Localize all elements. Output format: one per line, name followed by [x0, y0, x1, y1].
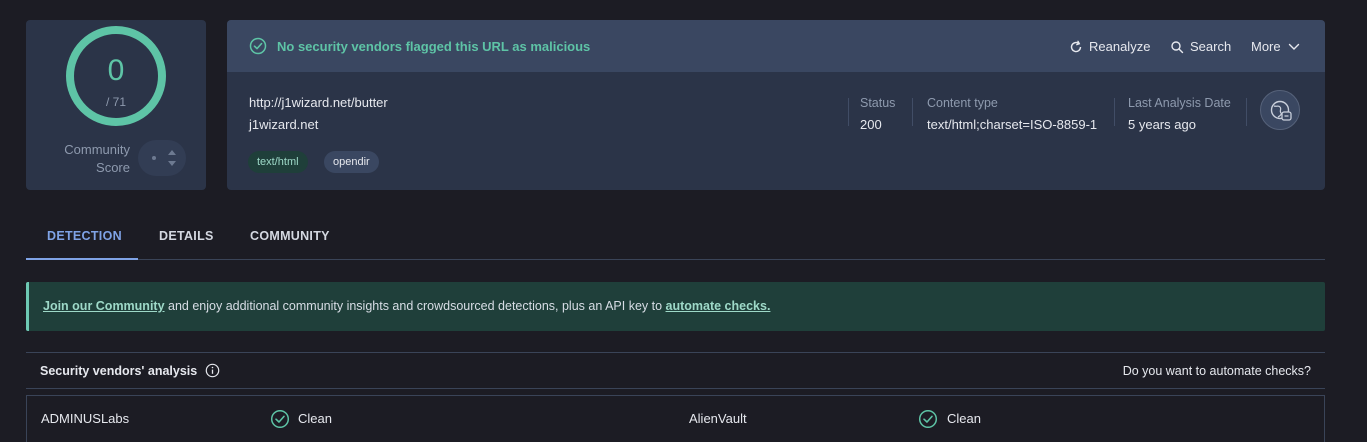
globe-link-icon	[1270, 100, 1292, 121]
tag-opendir[interactable]: opendir	[324, 151, 379, 173]
community-vote-control[interactable]	[138, 140, 186, 176]
detection-count: 0	[107, 54, 125, 87]
content-type-label: Content type	[927, 96, 998, 110]
status-value: 200	[860, 117, 882, 132]
vendor-name: ADMINUSLabs	[41, 411, 130, 426]
divider	[1114, 98, 1115, 126]
status-label: Status	[860, 96, 896, 110]
automate-checks-link[interactable]: automate checks.	[666, 299, 771, 313]
detection-score-card: 0 / 71 Community Score	[26, 20, 206, 190]
tab-community[interactable]: COMMUNITY	[250, 229, 330, 243]
divider	[912, 98, 913, 126]
vendor-row: ADMINUSLabs Clean AlienVault Clean	[26, 395, 1325, 442]
url-info-panel: No security vendors flagged this URL as …	[227, 20, 1325, 190]
analyzed-domain[interactable]: j1wizard.net	[249, 117, 318, 132]
url-graph-button[interactable]	[1260, 90, 1300, 130]
last-analysis-label: Last Analysis Date	[1128, 96, 1231, 110]
tag-text-html[interactable]: text/html	[248, 151, 308, 173]
last-analysis-value: 5 years ago	[1128, 117, 1196, 132]
verdict-message: No security vendors flagged this URL as …	[277, 39, 591, 54]
refresh-icon	[1070, 40, 1082, 52]
engine-total: / 71	[105, 95, 126, 109]
divider	[1246, 98, 1247, 126]
join-community-text: Join our Community and enjoy additional …	[43, 299, 771, 313]
content-type-value: text/html;charset=ISO-8859-1	[927, 117, 1098, 132]
automate-checks-prompt[interactable]: Do you want to automate checks?	[1123, 364, 1311, 378]
vendors-title: Security vendors' analysis	[40, 364, 198, 378]
vote-down-icon[interactable]	[168, 161, 176, 166]
more-menu-button[interactable]: More	[1251, 39, 1301, 54]
search-button[interactable]: Search	[1170, 39, 1231, 54]
vote-up-icon[interactable]	[168, 150, 176, 155]
info-icon[interactable]	[205, 363, 220, 378]
vendor-status: Clean	[947, 411, 981, 426]
reanalyze-button[interactable]: Reanalyze	[1069, 39, 1150, 54]
vendor-status: Clean	[298, 411, 332, 426]
vendors-header: Security vendors' analysis Do you want t…	[26, 352, 1325, 389]
search-icon	[1171, 40, 1184, 53]
vendor-name: AlienVault	[689, 411, 747, 426]
check-circle-icon	[270, 409, 290, 429]
chevron-down-icon	[1288, 43, 1299, 50]
check-circle-icon	[249, 37, 267, 55]
divider	[848, 98, 849, 126]
community-score-label: Community Score	[64, 142, 130, 175]
vote-dot-icon	[152, 156, 156, 160]
join-community-link[interactable]: Join our Community	[43, 299, 165, 313]
active-tab-indicator	[26, 258, 138, 260]
join-community-banner: Join our Community and enjoy additional …	[26, 282, 1325, 331]
analyzed-url: http://j1wizard.net/butter	[249, 95, 388, 110]
verdict-banner: No security vendors flagged this URL as …	[227, 20, 1325, 72]
tab-details[interactable]: DETAILS	[159, 229, 214, 243]
check-circle-icon	[918, 409, 938, 429]
tab-detection[interactable]: DETECTION	[47, 229, 122, 243]
tabs-divider	[26, 259, 1325, 260]
